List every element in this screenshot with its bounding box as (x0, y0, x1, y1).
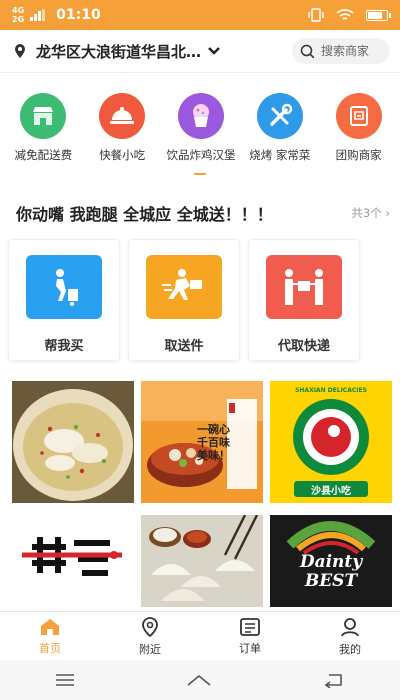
status-right (308, 8, 391, 22)
tab-label: 我的 (339, 642, 361, 656)
promo-more[interactable]: 共3个 › (351, 205, 390, 221)
package-handover-icon (266, 255, 342, 319)
network-indicator: 4G 2G (12, 6, 24, 24)
category-label: 减免配送费 (14, 148, 73, 162)
cupcake-icon (177, 93, 224, 139)
page-indicator (194, 173, 206, 175)
tab-label: 订单 (239, 641, 261, 655)
category-label: 饮品炸鸡汉堡 (166, 148, 236, 162)
signal-label: 2G (12, 15, 25, 24)
category-free-delivery[interactable]: 减免配送费 (4, 93, 83, 173)
service-express-pickup[interactable]: 代取快递 (248, 239, 360, 361)
coupon-icon (335, 93, 382, 139)
tab-label: 首页 (39, 641, 61, 655)
shaxian-subtitle: SHAXIAN DELICACIES (295, 387, 367, 394)
wifi-icon (336, 9, 354, 20)
tab-label: 附近 (139, 642, 161, 656)
promo-count: 共3个 (351, 206, 382, 220)
tab-mine[interactable]: 我的 (300, 612, 400, 660)
vibrate-icon (308, 8, 324, 22)
category-drinks-burgers[interactable]: 饮品炸鸡汉堡 (162, 93, 241, 173)
hotpot-caption: 一碗心 千百味 美味！ (197, 423, 230, 462)
food-cover-icon (99, 93, 146, 139)
chevron-down-icon[interactable] (207, 46, 221, 56)
tools-icon (256, 93, 303, 139)
location-pin-icon[interactable] (12, 43, 28, 59)
user-icon (341, 617, 359, 636)
menu-icon[interactable] (55, 673, 75, 687)
dainty-name: Dainty BEST (299, 552, 363, 591)
top-bar: 龙华区大浪街道华昌北… (0, 30, 400, 72)
signal-bars-icon (30, 9, 46, 21)
tab-home[interactable]: 首页 (0, 612, 100, 660)
shop-chuanchuan[interactable] (12, 515, 134, 607)
home-nav-icon[interactable] (186, 673, 212, 687)
search-input[interactable] (321, 44, 385, 58)
chevron-right-icon: › (385, 206, 390, 220)
category-group-buy[interactable]: 团购商家 (319, 93, 398, 173)
shop-grid: 一碗心 千百味 美味！ SHAXIAN DELICACIES 沙县小吃 Dain… (0, 381, 400, 607)
category-row: 减免配送费 快餐小吃 饮品炸鸡汉堡 烧烤 家常菜 团购商家 (0, 73, 400, 173)
cart-pushing-icon (26, 255, 102, 319)
service-label: 取送件 (164, 339, 204, 354)
network-label: 4G (12, 6, 25, 15)
promo-header[interactable]: 你动嘴 我跑腿 全城应 全城送！！！ 共3个 › (0, 187, 400, 239)
shop-fish-soup[interactable] (12, 381, 134, 503)
search-box[interactable] (292, 38, 390, 64)
shop-dainty[interactable]: Dainty BEST (270, 515, 392, 607)
location-text[interactable]: 龙华区大浪街道华昌北… (36, 41, 201, 62)
map-pin-icon (142, 616, 158, 637)
service-buy-for-me[interactable]: 帮我买 (8, 239, 120, 361)
system-nav-bar (0, 660, 400, 700)
status-bar: 4G 2G 01:10 (0, 0, 400, 30)
search-icon (300, 44, 315, 58)
service-row: 帮我买 取送件 代取快递 (0, 239, 400, 361)
category-label: 烧烤 家常菜 (249, 148, 311, 162)
promo-title: 你动嘴 我跑腿 全城应 全城送！！！ (16, 205, 273, 224)
category-label: 快餐小吃 (99, 148, 146, 162)
order-list-icon (240, 617, 260, 636)
back-icon[interactable] (323, 672, 345, 688)
category-bbq[interactable]: 烧烤 家常菜 (240, 93, 319, 173)
home-icon (41, 618, 59, 635)
runner-icon (146, 255, 222, 319)
shop-icon (20, 93, 67, 139)
fish-soup-image (12, 381, 134, 503)
status-left: 4G 2G 01:10 (12, 6, 101, 24)
category-label: 团购商家 (335, 148, 382, 162)
shop-dumplings[interactable] (141, 515, 263, 607)
service-label: 帮我买 (44, 339, 84, 354)
status-time: 01:10 (56, 7, 101, 23)
service-pickup-delivery[interactable]: 取送件 (128, 239, 240, 361)
battery-icon (366, 9, 391, 21)
shop-shaxian[interactable]: SHAXIAN DELICACIES 沙县小吃 (270, 381, 392, 503)
dumplings-image (141, 515, 263, 607)
service-label: 代取快递 (277, 339, 330, 354)
bottom-tab-bar: 首页 附近 订单 我的 (0, 611, 400, 660)
shaxian-name: 沙县小吃 (311, 486, 351, 497)
tab-nearby[interactable]: 附近 (100, 612, 200, 660)
chuanchuan-logo (12, 515, 134, 607)
tab-orders[interactable]: 订单 (200, 612, 300, 660)
category-fast-food[interactable]: 快餐小吃 (83, 93, 162, 173)
shop-hotpot[interactable]: 一碗心 千百味 美味！ (141, 381, 263, 503)
